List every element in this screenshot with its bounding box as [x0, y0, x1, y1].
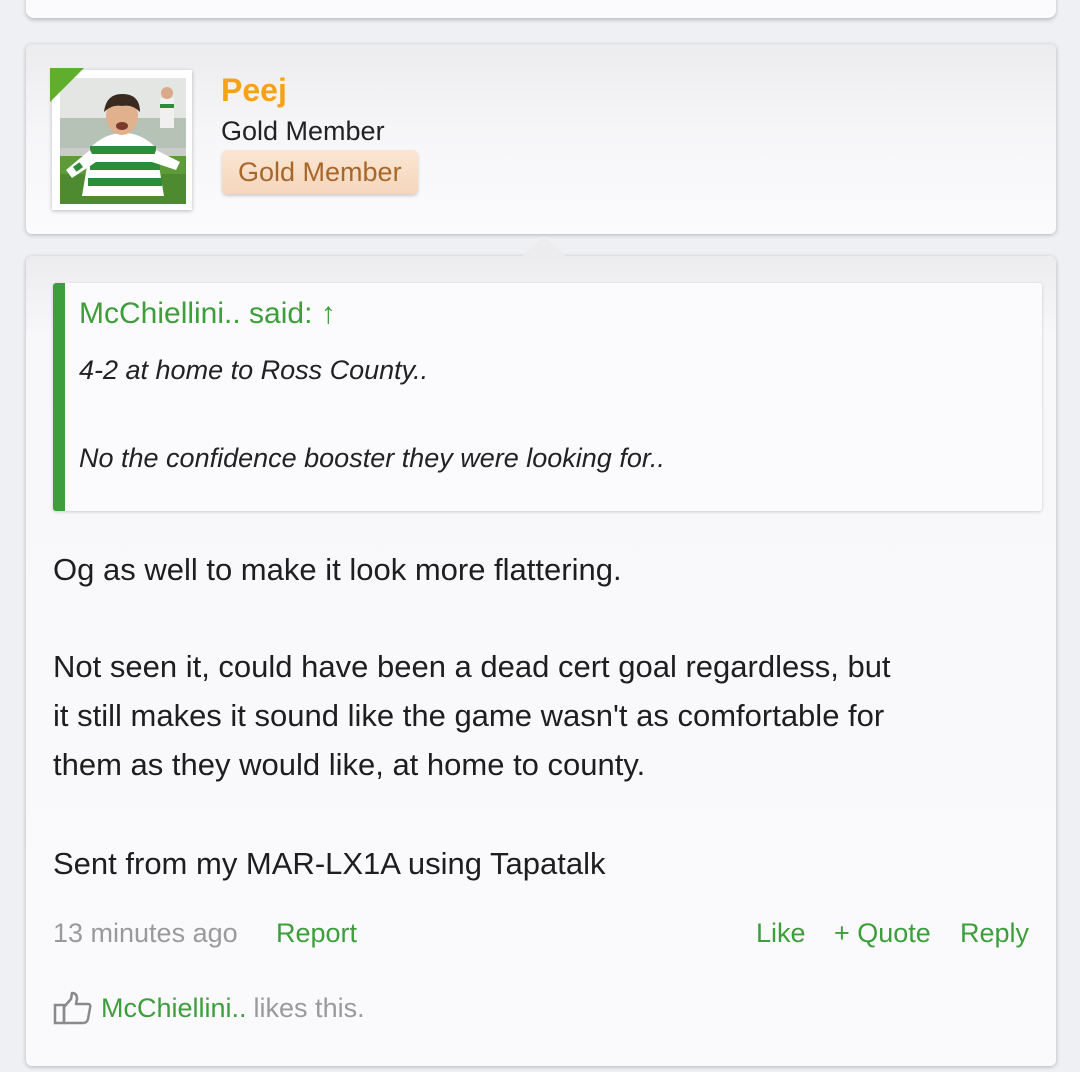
online-indicator-icon [50, 68, 84, 102]
message-line: it still makes it sound like the game wa… [53, 698, 885, 733]
card-pointer [520, 236, 568, 258]
quote-line: No the confidence booster they were look… [79, 443, 665, 473]
avatar[interactable] [50, 68, 192, 210]
author-card: Peej Gold Member Gold Member [26, 44, 1056, 234]
message-card: McChiellini.. said: ↑ 4-2 at home to Ros… [26, 256, 1056, 1066]
quote-line: 4-2 at home to Ross County.. [79, 355, 429, 385]
quote-block: McChiellini.. said: ↑ 4-2 at home to Ros… [53, 283, 1042, 511]
report-link[interactable]: Report [276, 918, 357, 949]
forum-thread: Peej Gold Member Gold Member McChiellini… [0, 0, 1080, 1072]
message-line: them as they would like, at home to coun… [53, 747, 646, 782]
thumbs-up-icon [53, 991, 92, 1025]
message-line: Sent from my MAR-LX1A using Tapatalk [53, 846, 606, 881]
reply-link[interactable]: Reply [960, 918, 1029, 949]
likes-suffix: likes this. [253, 992, 365, 1023]
likes-summary: McChiellini.. likes this. [53, 991, 365, 1025]
likes-user-link[interactable]: McChiellini.. [101, 993, 247, 1024]
user-title: Gold Member [221, 116, 385, 146]
message-line: Og as well to make it look more flatteri… [53, 552, 622, 587]
previous-post-card [26, 0, 1056, 18]
quote-link[interactable]: + Quote [834, 918, 931, 949]
username[interactable]: Peej [221, 72, 287, 109]
post-timestamp: 13 minutes ago [53, 918, 238, 948]
quote-attribution[interactable]: McChiellini.. said: ↑ [79, 297, 336, 331]
user-banner: Gold Member [222, 150, 418, 194]
message-line: Not seen it, could have been a dead cert… [53, 649, 891, 684]
like-link[interactable]: Like [756, 918, 806, 949]
